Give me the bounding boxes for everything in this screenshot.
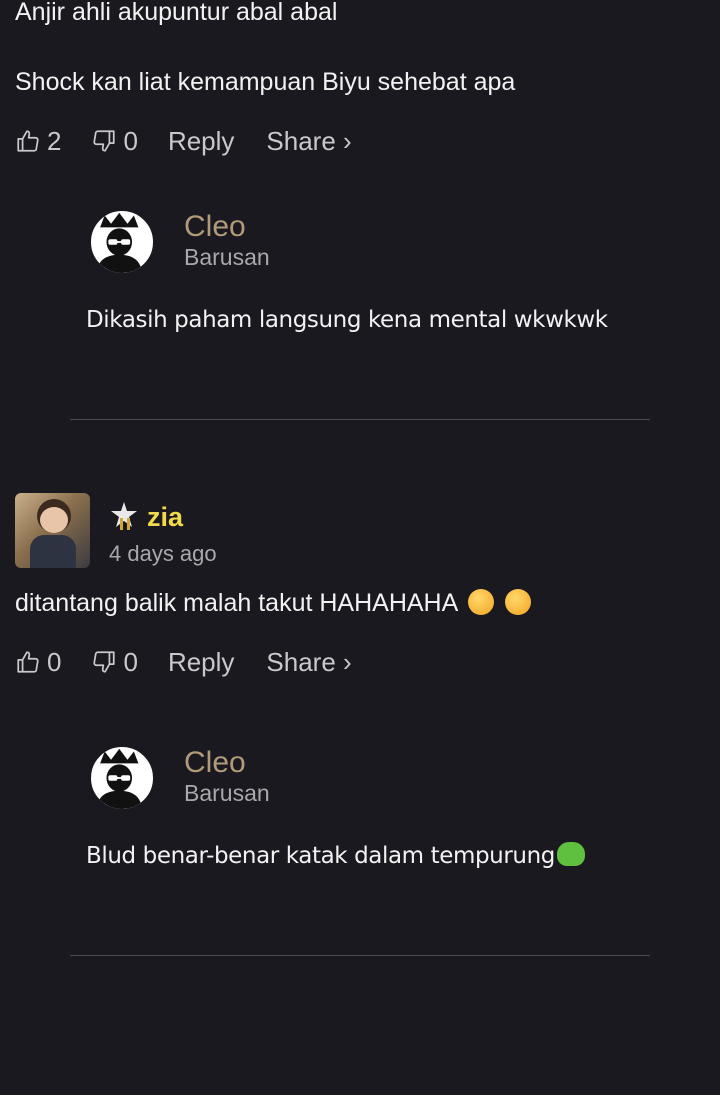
comment-timestamp: 4 days ago (109, 541, 217, 566)
star-badge-icon (108, 500, 140, 532)
avatar[interactable] (88, 208, 156, 276)
reply-text-row: Blud benar-benar katak dalam tempurung (86, 842, 585, 870)
avatar[interactable] (15, 493, 90, 568)
reply-author-name[interactable]: Cleo (184, 211, 246, 243)
comment-text-top: Anjir ahli akupuntur abal abal (15, 0, 338, 26)
comment-text-row: ditantang balik malah takut HAHAHAHA (15, 588, 531, 618)
like-count: 0 (47, 646, 62, 677)
thumbs-down-icon (93, 130, 116, 152)
like-count: 2 (47, 125, 62, 156)
reply-button[interactable]: Reply (168, 126, 234, 157)
dislike-count: 0 (123, 125, 138, 156)
rofl-emoji-icon (467, 589, 494, 615)
divider (70, 419, 650, 420)
reply-text: Dikasih paham langsung kena mental wkwkw… (86, 307, 608, 333)
dislike-button[interactable]: 0 (91, 125, 138, 157)
like-button[interactable]: 0 (15, 647, 61, 678)
share-button[interactable]: Share › (266, 126, 351, 157)
comment-author-name[interactable]: zia (147, 501, 183, 533)
avatar[interactable] (88, 744, 156, 812)
reply-author-name[interactable]: Cleo (184, 747, 246, 779)
comment-actions: 0 0 Reply Share › (15, 645, 352, 679)
like-button[interactable]: 2 (15, 126, 61, 157)
rofl-emoji-icon (504, 589, 531, 615)
reply-timestamp: Barusan (184, 780, 270, 806)
dislike-button[interactable]: 0 (91, 646, 138, 678)
crown-icon (96, 748, 143, 809)
thumbs-up-icon (17, 651, 39, 673)
reply-button[interactable]: Reply (168, 647, 234, 678)
reply-text: Blud benar-benar katak dalam tempurung (86, 843, 555, 869)
reply-timestamp: Barusan (184, 244, 270, 270)
thumbs-up-icon (17, 130, 39, 152)
crown-icon (96, 212, 143, 273)
share-button[interactable]: Share › (266, 647, 351, 678)
comment-actions: 2 0 Reply Share › (15, 124, 352, 158)
comment-text: Shock kan liat kemampuan Biyu sehebat ap… (15, 68, 516, 96)
thumbs-down-icon (93, 651, 116, 673)
divider (70, 955, 650, 956)
comment-text: ditantang balik malah takut HAHAHAHA (15, 589, 457, 617)
frog-emoji-icon (556, 842, 585, 866)
dislike-count: 0 (123, 646, 138, 677)
